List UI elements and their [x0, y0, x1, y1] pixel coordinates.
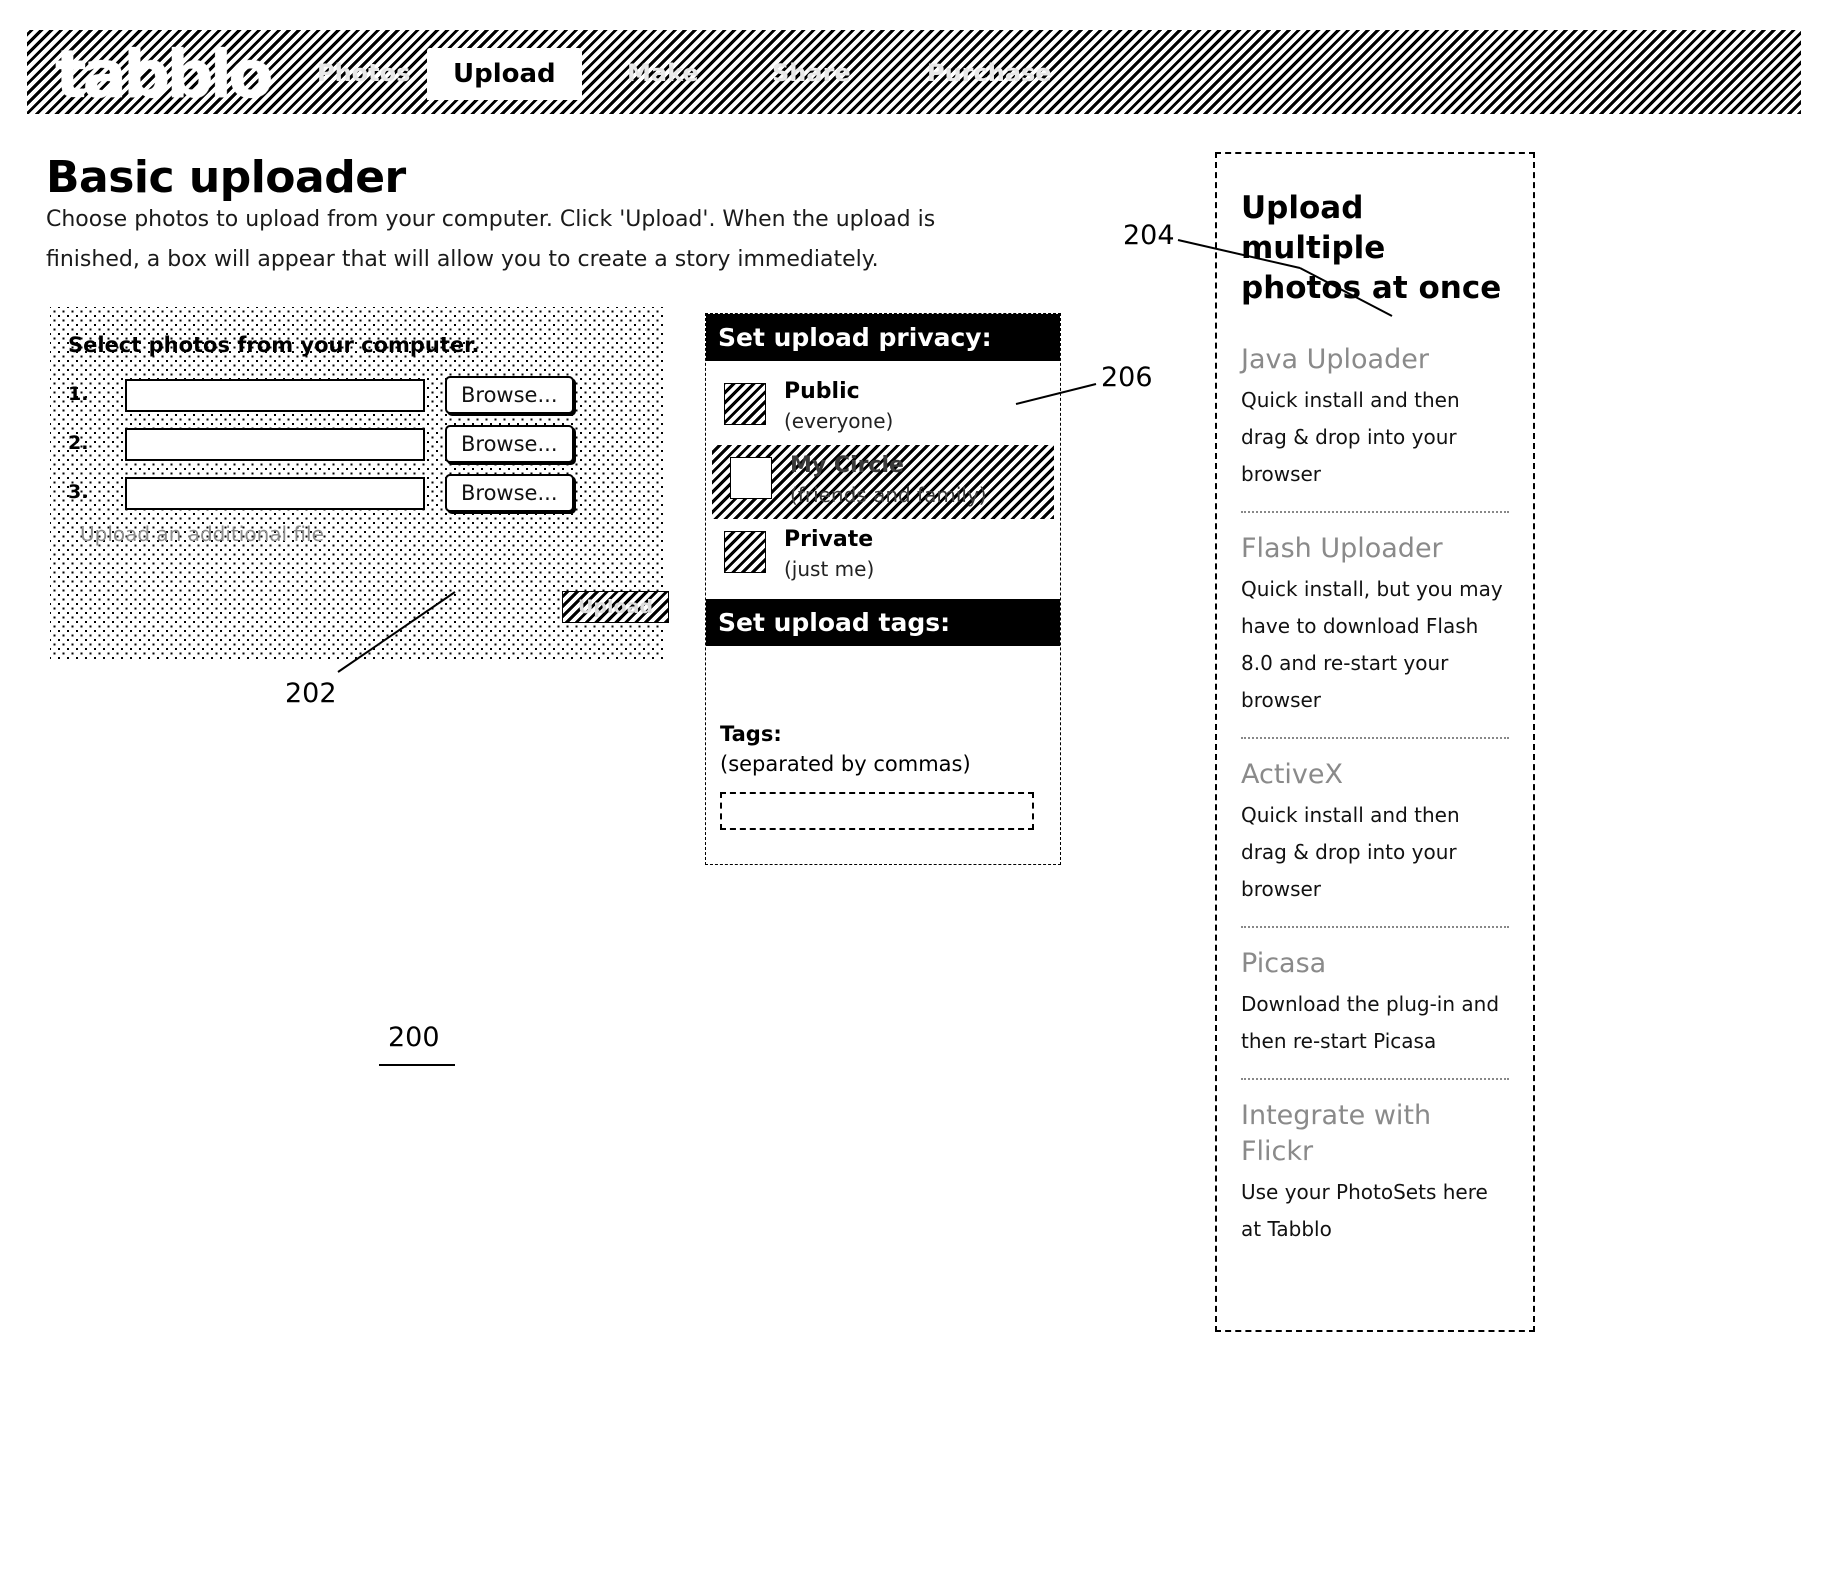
basic-uploader-panel: Select photos from your computer. 1. Bro…	[50, 307, 669, 659]
multi-upload-sidebar: Upload multiple photos at once Java Uplo…	[1215, 152, 1535, 1332]
sidebar-item-body: Quick install, but you may have to downl…	[1241, 577, 1503, 712]
nav-item-make[interactable]: Make	[627, 56, 699, 90]
privacy-option-label: Public	[784, 379, 860, 404]
sidebar-item-heading: Flash Uploader	[1241, 533, 1443, 564]
sidebar-item-body: Download the plug-in and then re-start P…	[1241, 992, 1500, 1053]
sidebar-item-flickr[interactable]: Integrate with Flickr Use your PhotoSets…	[1241, 1098, 1509, 1260]
uploader-panel-title: Select photos from your computer.	[68, 333, 480, 357]
reference-numeral-206: 206	[1101, 362, 1153, 393]
sidebar-item-body: Quick install and then drag & drop into …	[1241, 388, 1460, 486]
sidebar-item-body: Use your PhotoSets here at Tabblo	[1241, 1180, 1488, 1241]
file-row-number: 3.	[68, 481, 89, 503]
nav-item-upload[interactable]: Upload	[427, 48, 582, 100]
sidebar-divider	[1241, 737, 1509, 739]
sidebar-item-heading: Picasa	[1241, 948, 1327, 979]
page-description: Choose photos to upload from your comput…	[46, 207, 936, 272]
globe-icon	[724, 383, 766, 425]
browse-button-3[interactable]: Browse...	[445, 474, 574, 512]
reference-numeral-204: 204	[1123, 220, 1175, 251]
tags-panel-header: Set upload tags:	[706, 599, 1060, 646]
sidebar-item-heading: Integrate with Flickr	[1241, 1100, 1432, 1167]
file-row-number: 2.	[68, 432, 89, 454]
privacy-option-public[interactable]: Public (everyone)	[706, 371, 1060, 445]
upload-privacy-panel: Set upload privacy: Public (everyone) My…	[705, 313, 1061, 865]
reference-numeral-200: 200	[379, 1022, 455, 1066]
sidebar-item-heading: Java Uploader	[1241, 344, 1429, 375]
privacy-option-sublabel: (just me)	[784, 557, 875, 581]
browse-button-2[interactable]: Browse...	[445, 425, 574, 463]
sidebar-item-body: Quick install and then drag & drop into …	[1241, 803, 1460, 901]
privacy-option-sublabel: (everyone)	[784, 409, 894, 433]
reference-numeral-202: 202	[285, 678, 337, 709]
file-row-number: 1.	[68, 383, 89, 405]
sidebar-item-heading: ActiveX	[1241, 759, 1344, 790]
add-additional-file-link[interactable]: Upload an additional file	[80, 522, 324, 546]
sidebar-divider	[1241, 1078, 1509, 1080]
tags-hint: (separated by commas)	[720, 752, 971, 776]
lock-icon	[724, 531, 766, 573]
people-icon	[730, 457, 772, 499]
tags-label: Tags:	[720, 722, 782, 746]
sidebar-item-java-uploader[interactable]: Java Uploader Quick install and then dra…	[1241, 342, 1509, 505]
privacy-option-label: Private	[784, 527, 874, 552]
nav-item-photos[interactable]: Photos	[317, 56, 410, 90]
sidebar-item-picasa[interactable]: Picasa Download the plug-in and then re-…	[1241, 946, 1509, 1072]
sidebar-divider	[1241, 511, 1509, 513]
file-path-input-2[interactable]	[125, 428, 425, 461]
nav-item-share[interactable]: Share	[772, 56, 851, 90]
nav-item-purchase[interactable]: Purchase	[927, 56, 1052, 90]
privacy-panel-header: Set upload privacy:	[706, 314, 1060, 361]
privacy-option-sublabel: (friends and family)	[790, 483, 987, 507]
tags-label-group: Tags: (separated by commas)	[720, 719, 1050, 779]
reference-underline	[379, 1064, 455, 1066]
browse-button-1[interactable]: Browse...	[445, 376, 574, 414]
privacy-option-label: My Circle	[790, 453, 904, 478]
sidebar-item-activex[interactable]: ActiveX Quick install and then drag & dr…	[1241, 757, 1509, 920]
privacy-option-private[interactable]: Private (just me)	[706, 519, 1060, 593]
tags-input[interactable]	[720, 792, 1034, 830]
sidebar-divider	[1241, 926, 1509, 928]
file-path-input-1[interactable]	[125, 379, 425, 412]
file-path-input-3[interactable]	[125, 477, 425, 510]
upload-button[interactable]: Upload	[562, 591, 669, 623]
privacy-option-my-circle[interactable]: My Circle (friends and family)	[712, 445, 1054, 519]
top-navigation-bar: tabblo Photos Upload Make Share Purchase	[27, 30, 1801, 114]
sidebar-title: Upload multiple photos at once	[1241, 190, 1502, 306]
page-title: Basic uploader	[46, 152, 406, 203]
sidebar-item-flash-uploader[interactable]: Flash Uploader Quick install, but you ma…	[1241, 531, 1509, 731]
reference-numeral-text: 200	[388, 1022, 440, 1053]
tabblo-logo[interactable]: tabblo	[47, 36, 295, 114]
